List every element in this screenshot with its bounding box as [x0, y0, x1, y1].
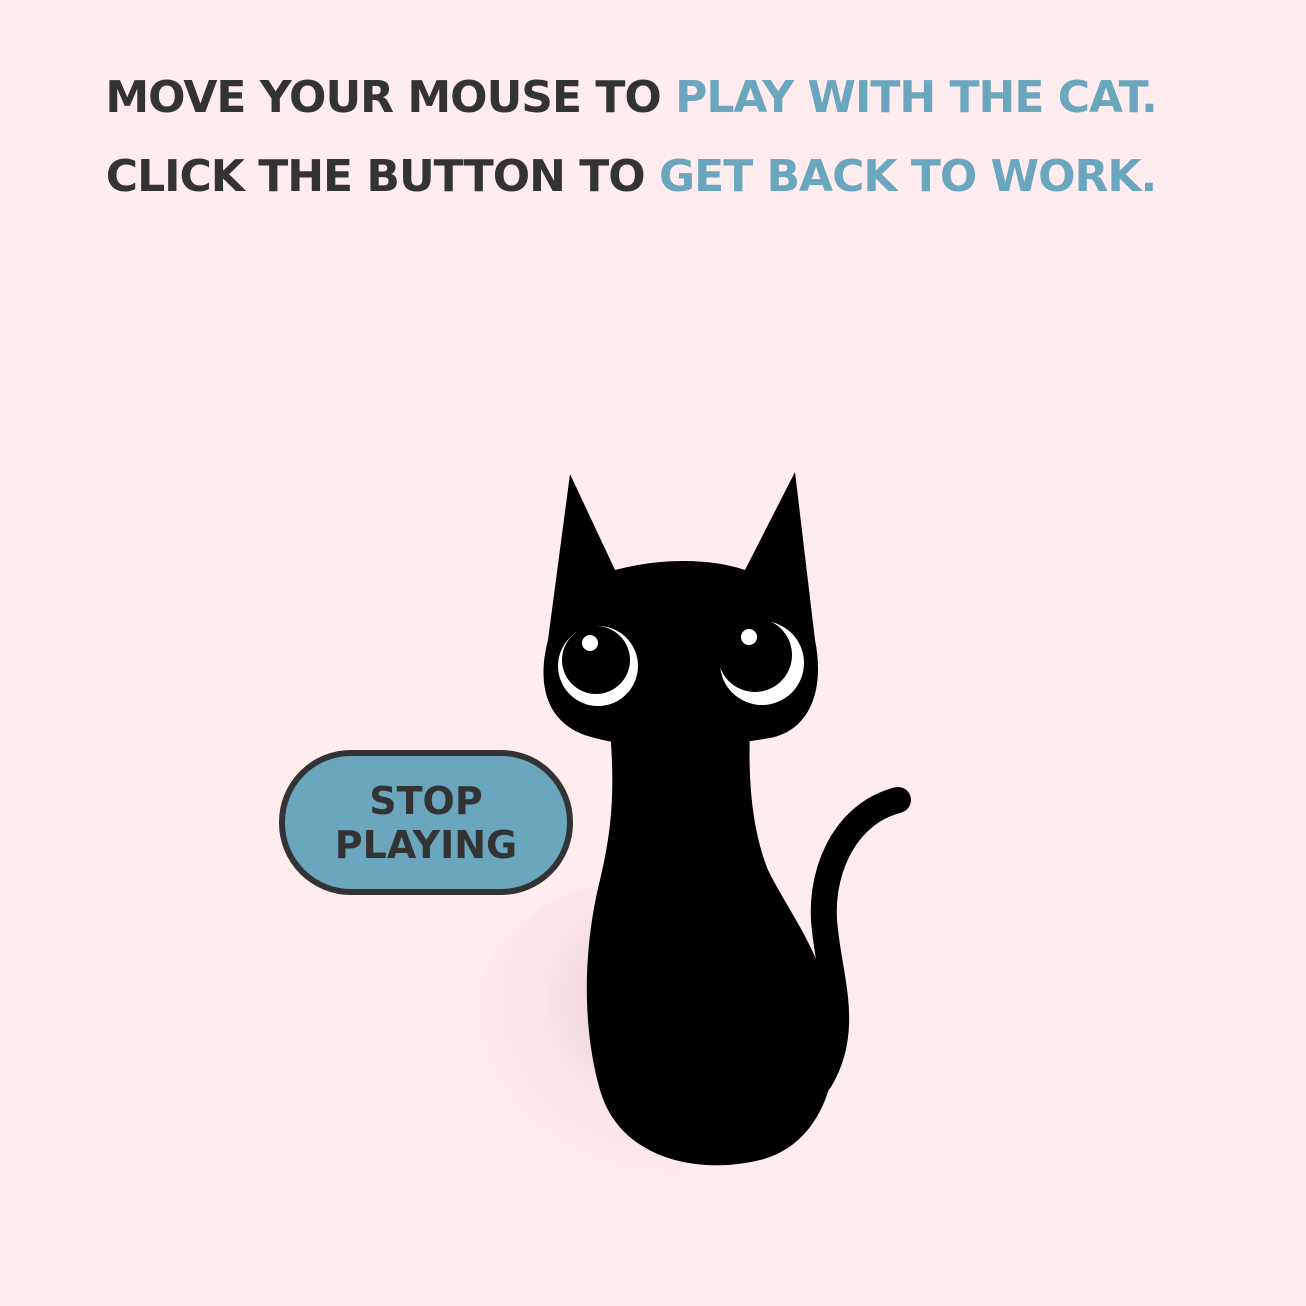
instruction-text: Move your mouse to: [105, 72, 661, 123]
cat-head: [543, 472, 818, 747]
instruction-line-2: Click the button to get back to work.: [0, 137, 1262, 216]
instructions: Move your mouse to play with the cat. Cl…: [0, 58, 1262, 216]
instruction-highlight: play with the cat.: [675, 72, 1158, 123]
instruction-highlight: get back to work.: [659, 151, 1157, 202]
instruction-text: Click the button to: [105, 151, 646, 202]
instruction-line-1: Move your mouse to play with the cat.: [0, 58, 1262, 137]
stop-playing-button[interactable]: Stop Playing: [279, 750, 573, 895]
page: Move your mouse to play with the cat. Cl…: [0, 0, 1306, 1306]
button-label-line-1: Stop: [369, 778, 483, 823]
cat-body: [586, 730, 836, 1166]
button-label-line-2: Playing: [334, 822, 518, 867]
cat-left-eye: [558, 626, 638, 706]
